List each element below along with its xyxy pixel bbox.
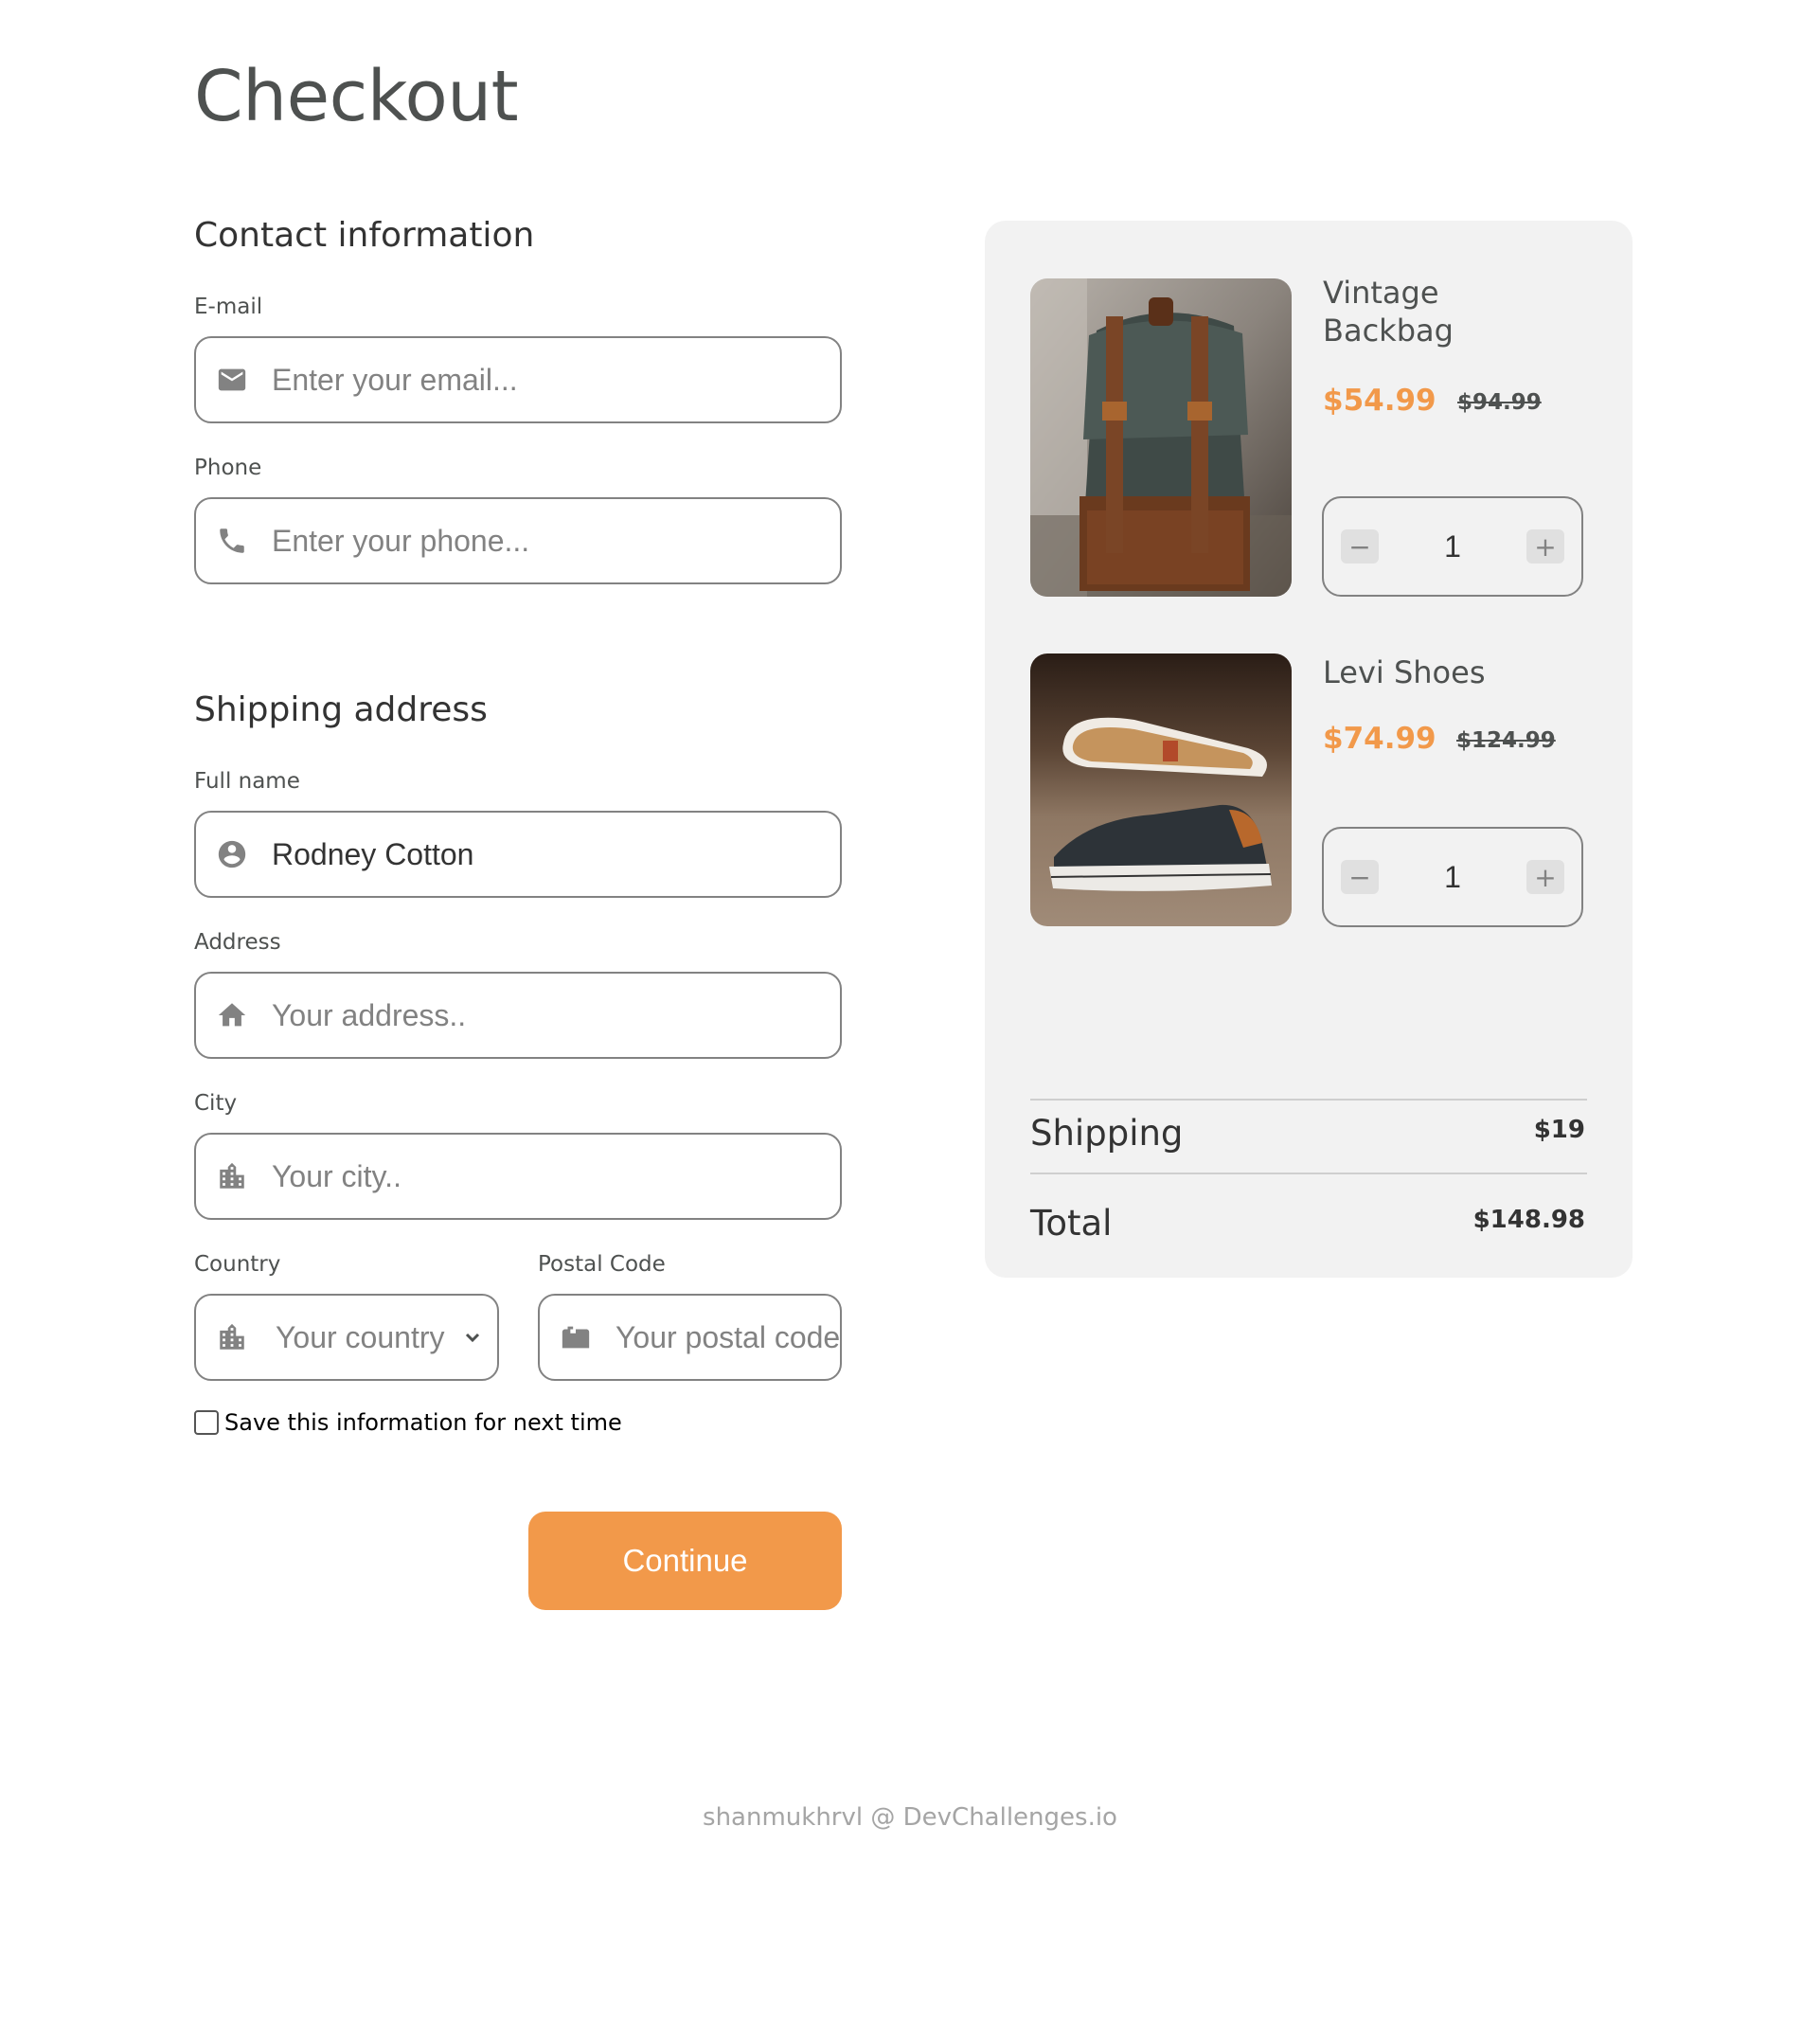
increase-quantity-button[interactable]: +: [1526, 529, 1564, 564]
continue-button[interactable]: Continue: [528, 1512, 842, 1610]
country-select-value: Your country: [276, 1319, 445, 1354]
city-label: City: [194, 1091, 238, 1116]
mailbox-icon: [559, 1320, 593, 1354]
city-icon: [215, 1320, 249, 1354]
phone-label: Phone: [194, 456, 262, 480]
country-label: Country: [194, 1252, 281, 1277]
shipping-cost-value: $19: [1533, 1116, 1585, 1144]
mail-icon: [215, 363, 249, 397]
full-name-label: Full name: [194, 769, 300, 794]
total-value: $148.98: [1472, 1206, 1585, 1234]
account-circle-icon: [215, 837, 249, 871]
country-select[interactable]: Your country: [194, 1294, 499, 1381]
contact-section-title: Contact information: [194, 216, 535, 255]
save-info-row[interactable]: Save this information for next time: [194, 1409, 622, 1436]
postal-code-label: Postal Code: [538, 1252, 666, 1277]
total-label: Total: [1030, 1203, 1113, 1244]
email-label: E-mail: [194, 295, 263, 319]
product-name: Levi Shoes: [1323, 654, 1486, 690]
city-icon: [215, 1159, 249, 1193]
quantity-value: 1: [1444, 859, 1461, 894]
decrease-quantity-button[interactable]: −: [1341, 529, 1379, 564]
summary-divider: [1030, 1099, 1587, 1101]
postal-code-field[interactable]: [538, 1294, 842, 1381]
product-name-line2: Backbag: [1323, 313, 1454, 349]
product-price: $74.99: [1323, 722, 1436, 756]
shipping-cost-label: Shipping: [1030, 1113, 1184, 1154]
city-field[interactable]: [194, 1133, 842, 1220]
increase-quantity-button[interactable]: +: [1526, 860, 1564, 894]
product-old-price: $94.99: [1457, 390, 1542, 415]
quantity-stepper[interactable]: − 1 +: [1322, 827, 1583, 927]
address-input[interactable]: [272, 987, 840, 1044]
email-input[interactable]: [272, 351, 840, 408]
chevron-down-icon: [461, 1326, 484, 1349]
product-price: $54.99: [1323, 384, 1436, 418]
phone-input[interactable]: [272, 512, 840, 569]
product-old-price: $124.99: [1456, 728, 1556, 753]
full-name-field[interactable]: [194, 811, 842, 898]
page-title: Checkout: [194, 56, 519, 137]
shoes-product-image: [1030, 653, 1292, 926]
quantity-stepper[interactable]: − 1 +: [1322, 496, 1583, 597]
shipping-section-title: Shipping address: [194, 690, 488, 729]
footer-credit: shanmukhrvl @ DevChallenges.io: [703, 1803, 1117, 1832]
save-info-checkbox[interactable]: [194, 1410, 219, 1435]
full-name-input[interactable]: [272, 826, 840, 883]
home-icon: [215, 998, 249, 1032]
quantity-value: 1: [1444, 528, 1461, 564]
email-field[interactable]: [194, 336, 842, 423]
city-input[interactable]: [272, 1148, 840, 1205]
product-name-line1: Vintage: [1323, 275, 1439, 311]
address-field[interactable]: [194, 972, 842, 1059]
address-label: Address: [194, 930, 281, 955]
product-name: Vintage Backbag: [1323, 274, 1454, 349]
summary-divider: [1030, 1173, 1587, 1174]
phone-icon: [215, 524, 249, 558]
postal-code-input[interactable]: [616, 1309, 840, 1366]
decrease-quantity-button[interactable]: −: [1341, 860, 1379, 894]
save-info-label[interactable]: Save this information for next time: [224, 1409, 622, 1436]
phone-field[interactable]: [194, 497, 842, 584]
backpack-product-image: [1030, 278, 1292, 597]
